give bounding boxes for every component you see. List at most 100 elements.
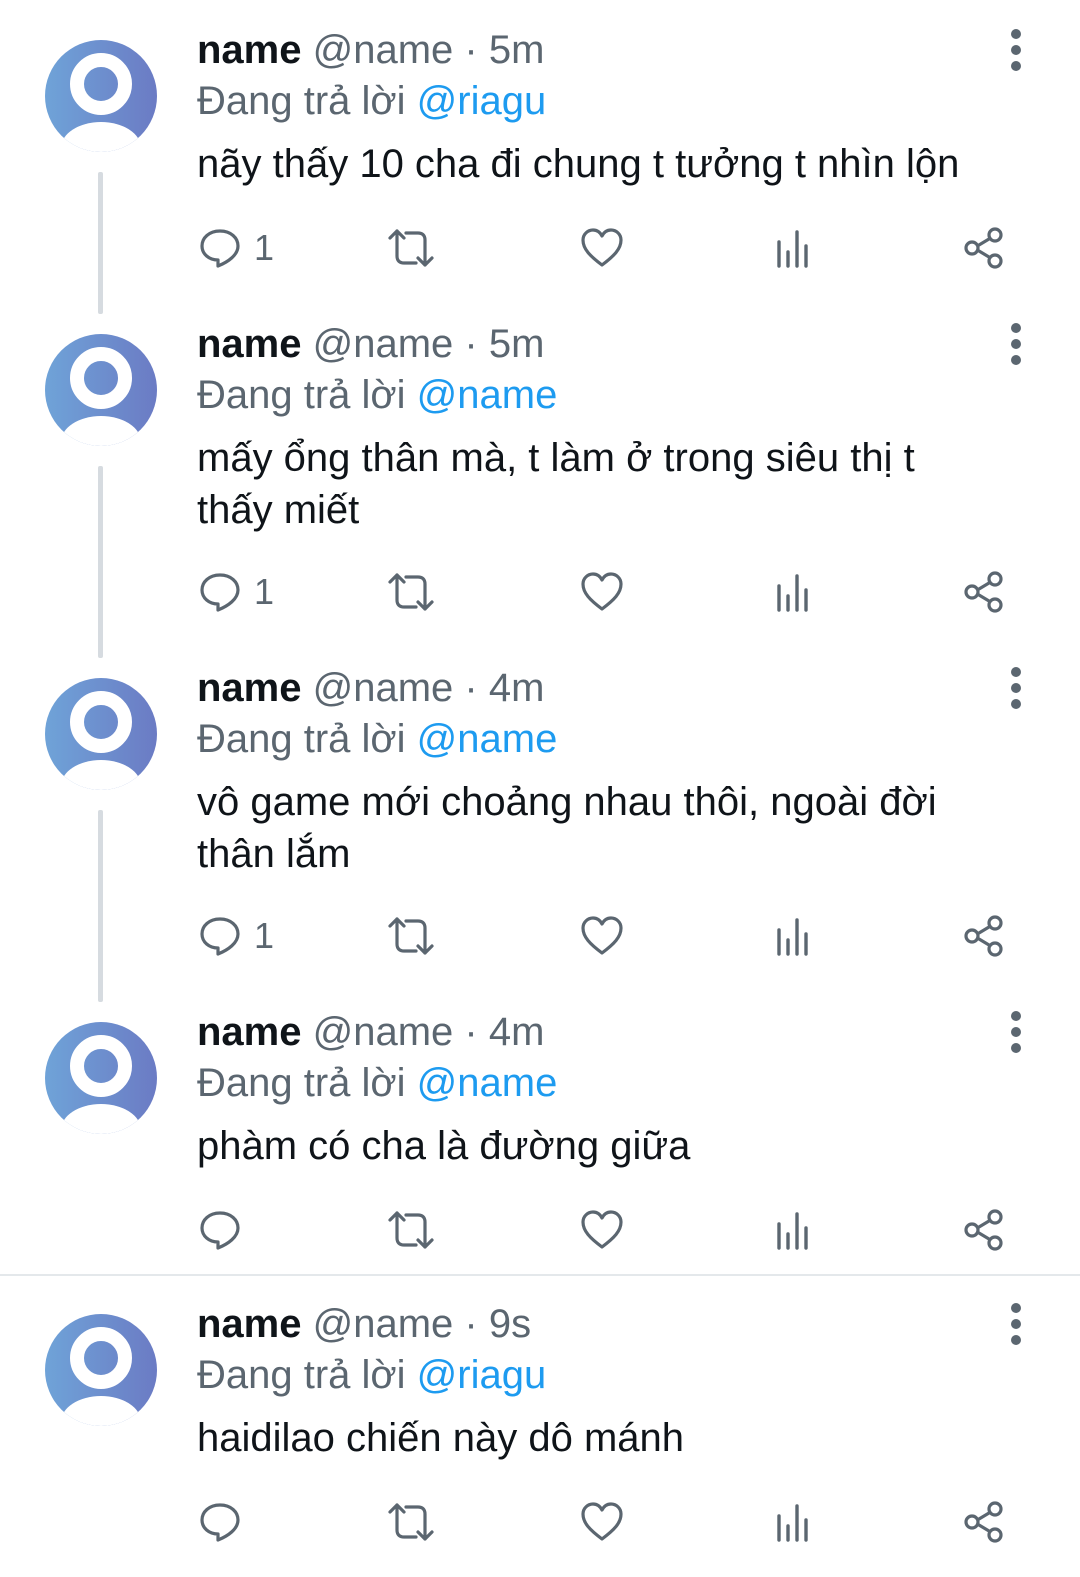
avatar[interactable] bbox=[45, 40, 157, 152]
tweet-text: nãy thấy 10 cha đi chung t tưởng t nhìn … bbox=[197, 142, 960, 186]
separator-dot: · bbox=[464, 1302, 478, 1346]
heart-icon bbox=[581, 916, 623, 955]
reply-button[interactable]: 1 bbox=[198, 562, 274, 622]
tweet-actions: 1 bbox=[0, 562, 1080, 622]
timestamp[interactable]: 5m bbox=[489, 322, 545, 366]
tweet-text: phàm có cha là đường giữa bbox=[197, 1124, 691, 1168]
reply-target-link[interactable]: @riagu bbox=[417, 79, 547, 123]
user-handle[interactable]: @name bbox=[313, 28, 454, 72]
retweet-button[interactable] bbox=[386, 218, 436, 278]
tweet-header: name @name · 4m bbox=[197, 1006, 544, 1058]
reply-context: Đang trả lời @name bbox=[197, 370, 557, 420]
tweet-header: name @name · 4m bbox=[197, 662, 544, 714]
share-button[interactable] bbox=[962, 562, 1006, 622]
tweet-header: name @name · 5m bbox=[197, 24, 544, 76]
separator-dot: · bbox=[464, 666, 478, 710]
retweet-button[interactable] bbox=[386, 906, 436, 966]
analytics-icon bbox=[777, 1212, 808, 1250]
share-button[interactable] bbox=[962, 218, 1006, 278]
reply-count: 1 bbox=[254, 571, 275, 612]
share-button[interactable] bbox=[962, 906, 1006, 966]
display-name[interactable]: name bbox=[197, 666, 302, 710]
reply-target-link[interactable]: @name bbox=[417, 1061, 558, 1105]
tweet[interactable]: name @name · 9s Đang trả lời @riagu haid… bbox=[0, 1276, 1080, 1577]
retweet-icon bbox=[388, 917, 434, 955]
timestamp[interactable]: 4m bbox=[489, 1010, 545, 1054]
tweet-text: vô game mới choảng nhau thôi, ngoài đời … bbox=[197, 780, 937, 876]
tweet[interactable]: name @name · 5m Đang trả lời @riagu nãy … bbox=[0, 0, 1080, 320]
like-button[interactable] bbox=[580, 906, 624, 966]
more-vertical-icon[interactable] bbox=[1000, 26, 1032, 74]
share-icon bbox=[964, 571, 1003, 613]
user-handle[interactable]: @name bbox=[313, 666, 454, 710]
analytics-icon bbox=[777, 230, 808, 268]
views-button[interactable] bbox=[774, 218, 814, 278]
retweet-icon bbox=[388, 1211, 434, 1249]
default-avatar-icon bbox=[61, 1035, 141, 1134]
reply-target-link[interactable]: @riagu bbox=[417, 1353, 547, 1397]
tweet-actions bbox=[0, 1492, 1080, 1552]
reply-button[interactable] bbox=[198, 1200, 254, 1260]
reply-prefix: Đang trả lời bbox=[197, 1061, 406, 1105]
separator-dot: · bbox=[464, 28, 478, 72]
timestamp[interactable]: 5m bbox=[489, 28, 545, 72]
display-name[interactable]: name bbox=[197, 1302, 302, 1346]
like-button[interactable] bbox=[580, 218, 624, 278]
reply-button[interactable]: 1 bbox=[198, 218, 274, 278]
reply-count: 1 bbox=[254, 915, 275, 956]
user-handle[interactable]: @name bbox=[313, 1010, 454, 1054]
retweet-button[interactable] bbox=[386, 562, 436, 622]
share-button[interactable] bbox=[962, 1492, 1006, 1552]
timestamp[interactable]: 9s bbox=[489, 1302, 531, 1346]
like-button[interactable] bbox=[580, 1200, 624, 1260]
heart-icon bbox=[581, 1210, 623, 1249]
tweet-actions: 1 bbox=[0, 906, 1080, 966]
tweet[interactable]: name @name · 4m Đang trả lời @name vô ga… bbox=[0, 638, 1080, 1004]
more-vertical-icon[interactable] bbox=[1000, 1300, 1032, 1348]
share-icon bbox=[964, 227, 1003, 269]
reply-prefix: Đang trả lời bbox=[197, 79, 406, 123]
reply-target-link[interactable]: @name bbox=[417, 717, 558, 761]
user-handle[interactable]: @name bbox=[313, 1302, 454, 1346]
retweet-button[interactable] bbox=[386, 1492, 436, 1552]
avatar[interactable] bbox=[45, 334, 157, 446]
tweet-header: name @name · 9s bbox=[197, 1298, 531, 1350]
views-button[interactable] bbox=[774, 906, 814, 966]
retweet-button[interactable] bbox=[386, 1200, 436, 1260]
tweet[interactable]: name @name · 5m Đang trả lời @name mấy ổ… bbox=[0, 294, 1080, 660]
display-name[interactable]: name bbox=[197, 1010, 302, 1054]
display-name[interactable]: name bbox=[197, 28, 302, 72]
tweet[interactable]: name @name · 4m Đang trả lời @name phàm … bbox=[0, 982, 1080, 1274]
reply-context: Đang trả lời @name bbox=[197, 1058, 557, 1108]
views-button[interactable] bbox=[774, 562, 814, 622]
reply-button[interactable]: 1 bbox=[198, 906, 274, 966]
more-vertical-icon[interactable] bbox=[1000, 320, 1032, 368]
share-button[interactable] bbox=[962, 1200, 1006, 1260]
avatar[interactable] bbox=[45, 1022, 157, 1134]
views-button[interactable] bbox=[774, 1492, 814, 1552]
reply-button[interactable] bbox=[198, 1492, 254, 1552]
tweet-text: mấy ổng thân mà, t làm ở trong siêu thị … bbox=[197, 436, 915, 532]
like-button[interactable] bbox=[580, 1492, 624, 1552]
display-name[interactable]: name bbox=[197, 322, 302, 366]
retweet-icon bbox=[388, 229, 434, 267]
heart-icon bbox=[581, 1502, 623, 1541]
separator-dot: · bbox=[464, 1010, 478, 1054]
reply-prefix: Đang trả lời bbox=[197, 1353, 406, 1397]
more-vertical-icon[interactable] bbox=[1000, 1008, 1032, 1056]
avatar[interactable] bbox=[45, 678, 157, 790]
reply-icon bbox=[200, 229, 240, 268]
views-button[interactable] bbox=[774, 1200, 814, 1260]
default-avatar-icon bbox=[61, 347, 141, 446]
analytics-icon bbox=[777, 1504, 808, 1542]
user-handle[interactable]: @name bbox=[313, 322, 454, 366]
reply-icon bbox=[200, 917, 240, 956]
heart-icon bbox=[581, 572, 623, 611]
more-vertical-icon[interactable] bbox=[1000, 664, 1032, 712]
like-button[interactable] bbox=[580, 562, 624, 622]
default-avatar-icon bbox=[61, 1327, 141, 1426]
avatar[interactable] bbox=[45, 1314, 157, 1426]
reply-context: Đang trả lời @riagu bbox=[197, 76, 546, 126]
reply-target-link[interactable]: @name bbox=[417, 373, 558, 417]
timestamp[interactable]: 4m bbox=[489, 666, 545, 710]
